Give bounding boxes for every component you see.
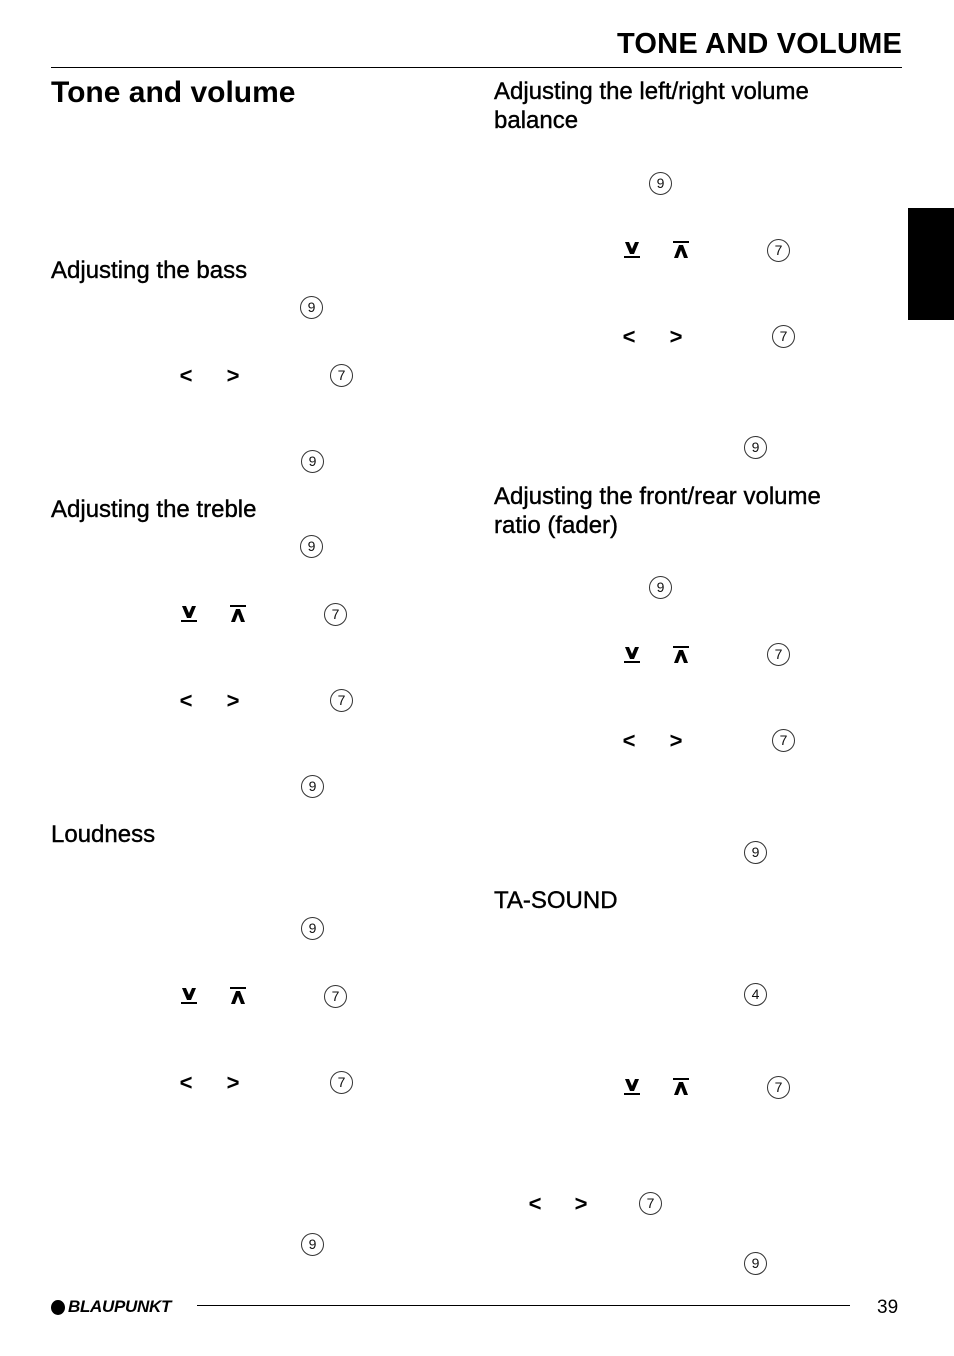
logo-dot-icon — [51, 1299, 65, 1315]
callout-7: 7 — [324, 985, 347, 1008]
callout-9: 9 — [744, 841, 767, 864]
heading-adjusting-treble: Adjusting the treble — [51, 496, 257, 523]
callout-7: 7 — [767, 643, 790, 666]
down-arrow-key-icon — [181, 605, 197, 623]
callout-9: 9 — [301, 1233, 324, 1256]
heading-line: Adjusting the left/right volume — [494, 78, 809, 105]
callout-9: 9 — [649, 576, 672, 599]
brand-name: BLAUPUNKT — [68, 1297, 172, 1316]
right-arrow-key-icon: > — [226, 363, 240, 388]
heading-front-rear-fader: Adjusting the front/rear volume ratio (f… — [494, 482, 821, 540]
callout-9: 9 — [744, 1252, 767, 1275]
right-arrow-key-icon: > — [574, 1191, 588, 1216]
up-arrow-key-icon — [230, 987, 246, 1005]
down-arrow-key-icon — [624, 646, 640, 664]
left-arrow-key-icon: < — [179, 688, 193, 713]
right-arrow-key-icon: > — [669, 728, 683, 753]
left-arrow-key-icon: < — [179, 363, 193, 388]
running-header-title: TONE AND VOLUME — [617, 28, 902, 60]
right-arrow-key-icon: > — [669, 324, 683, 349]
up-arrow-key-icon — [673, 646, 689, 664]
left-arrow-key-icon: < — [622, 324, 636, 349]
callout-7: 7 — [772, 729, 795, 752]
down-arrow-key-icon — [624, 241, 640, 259]
callout-7: 7 — [767, 1076, 790, 1099]
heading-line: ratio (fader) — [494, 512, 619, 539]
left-arrow-key-icon: < — [528, 1191, 542, 1216]
callout-9: 9 — [301, 450, 324, 473]
right-arrow-key-icon: > — [226, 688, 240, 713]
callout-9: 9 — [744, 436, 767, 459]
heading-adjusting-bass: Adjusting the bass — [51, 257, 248, 284]
callout-9: 9 — [301, 775, 324, 798]
up-arrow-key-icon — [673, 1078, 689, 1096]
heading-left-right-balance: Adjusting the left/right volume balance — [494, 77, 809, 135]
callout-9: 9 — [300, 296, 323, 319]
heading-loudness: Loudness — [51, 821, 156, 848]
callout-7: 7 — [772, 325, 795, 348]
down-arrow-key-icon — [181, 987, 197, 1005]
callout-9: 9 — [301, 917, 324, 940]
page-title: Tone and volume — [51, 76, 296, 109]
callout-7: 7 — [330, 364, 353, 387]
right-arrow-key-icon: > — [226, 1070, 240, 1095]
callout-7: 7 — [330, 1071, 353, 1094]
left-arrow-key-icon: < — [179, 1070, 193, 1095]
down-arrow-key-icon — [624, 1078, 640, 1096]
left-arrow-key-icon: < — [622, 728, 636, 753]
callout-7: 7 — [330, 689, 353, 712]
header-rule — [51, 67, 902, 68]
callout-4: 4 — [744, 983, 767, 1006]
callout-7: 7 — [767, 239, 790, 262]
section-thumb-tab — [908, 208, 954, 320]
callout-9: 9 — [300, 535, 323, 558]
up-arrow-key-icon — [230, 605, 246, 623]
heading-line: balance — [494, 107, 579, 134]
heading-ta-sound: TA-SOUND — [494, 887, 618, 914]
brand-logo: BLAUPUNKT — [51, 1297, 171, 1317]
footer-rule — [197, 1305, 850, 1306]
callout-7: 7 — [324, 603, 347, 626]
callout-7: 7 — [639, 1192, 662, 1215]
up-arrow-key-icon — [673, 241, 689, 259]
callout-9: 9 — [649, 172, 672, 195]
heading-line: Adjusting the front/rear volume — [494, 483, 821, 510]
page-number: 39 — [877, 1297, 899, 1318]
